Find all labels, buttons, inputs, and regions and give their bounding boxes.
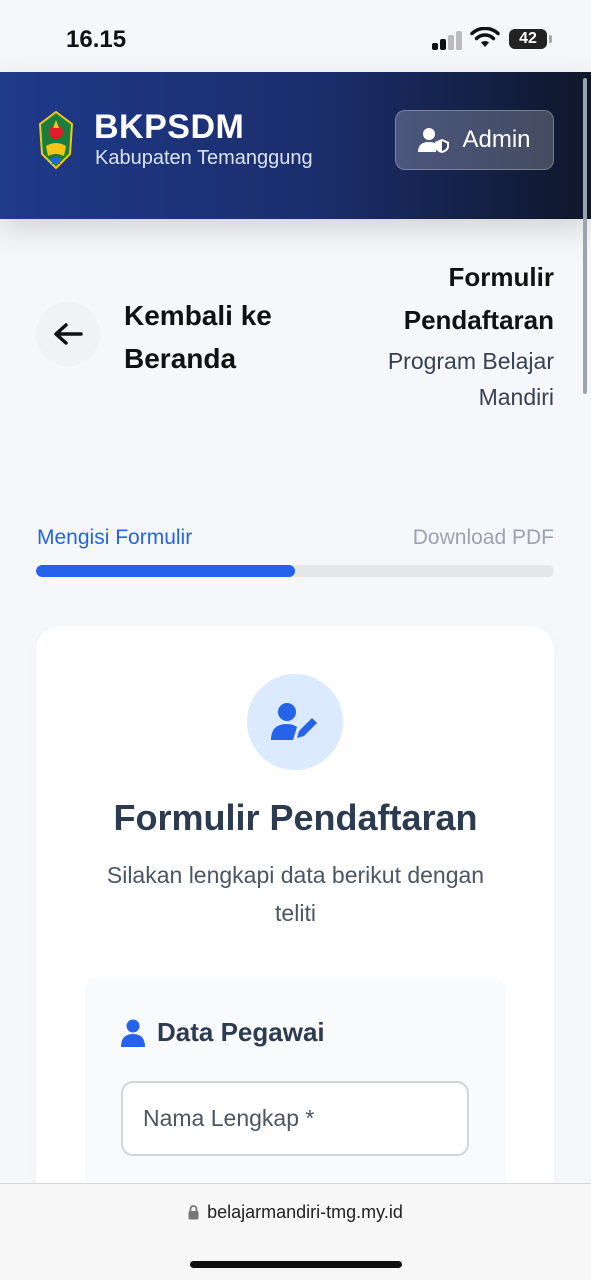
back-to-home-link[interactable]: Kembali ke Beranda: [124, 294, 314, 380]
browser-url-bar[interactable]: belajarmandiri-tmg.my.id: [0, 1183, 591, 1280]
temanggung-logo: [38, 110, 74, 170]
section-header: Data Pegawai: [121, 1017, 325, 1048]
lock-icon: [188, 1205, 199, 1220]
admin-button[interactable]: Admin: [395, 110, 554, 170]
progress-bar: [36, 565, 554, 577]
page-title: Formulir Pendaftaran: [403, 262, 554, 335]
url-display[interactable]: belajarmandiri-tmg.my.id: [0, 1202, 591, 1223]
arrow-left-icon: [54, 323, 83, 345]
form-title: Formulir Pendaftaran: [113, 797, 478, 838]
user-icon: [121, 1019, 145, 1047]
form-description: Silakan lengkapi data berikut dengan tel…: [106, 862, 485, 926]
status-time: 16.15: [66, 26, 127, 53]
home-indicator[interactable]: [190, 1261, 402, 1268]
signal-icon: [432, 30, 464, 50]
user-shield-icon: [418, 128, 450, 153]
battery-cap: [549, 35, 552, 43]
user-edit-icon: [271, 703, 317, 740]
form-icon-badge: [247, 674, 343, 770]
step-download-pdf: Download PDF: [412, 526, 554, 549]
full-name-input[interactable]: [121, 1081, 469, 1156]
battery-indicator: 42: [509, 29, 547, 49]
page-subtitle: Program Belajar Mandiri: [387, 348, 554, 410]
scrollbar[interactable]: [583, 78, 587, 394]
step-fill-form: Mengisi Formulir: [37, 526, 193, 549]
admin-label: Admin: [462, 126, 531, 153]
app-header: BKPSDM Kabupaten Temanggung Admin: [0, 72, 591, 219]
back-button[interactable]: [36, 302, 100, 366]
section-title: Data Pegawai: [157, 1017, 325, 1047]
url-text: belajarmandiri-tmg.my.id: [207, 1202, 403, 1222]
brand-title: BKPSDM: [94, 108, 245, 146]
status-bar: 16.15 42: [0, 0, 591, 72]
brand-subtitle: Kabupaten Temanggung: [95, 147, 313, 169]
progress-fill: [36, 565, 295, 577]
wifi-icon: [470, 27, 500, 47]
